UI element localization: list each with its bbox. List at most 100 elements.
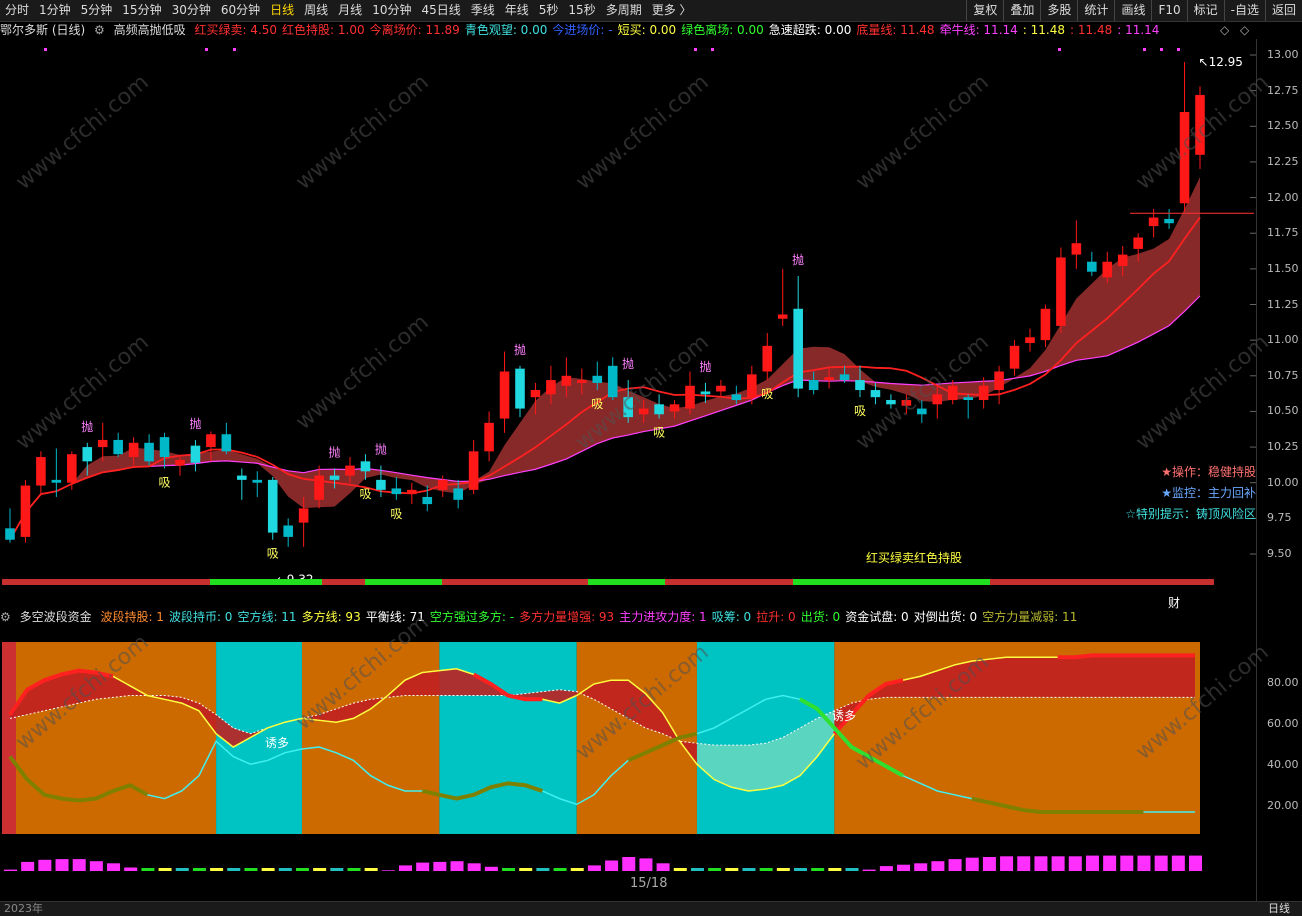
tool-button[interactable]: 复权 (966, 0, 1003, 21)
time-axis: 2023年 日线 (0, 901, 1302, 916)
year-label: 2023年 (4, 902, 43, 915)
candle-body (267, 479, 278, 533)
main-indicator-info: 鄂尔多斯 (日线) ⚙ 高频高抛低吸 红买绿卖: 4.50 红色持股: 1.00 今… (0, 22, 1169, 39)
histogram-bar (295, 868, 309, 871)
histogram-bar (811, 868, 825, 871)
tool-button[interactable]: 标记 (1186, 0, 1224, 21)
period-tab[interactable]: 5分钟 (76, 0, 118, 21)
status-strip (990, 579, 1214, 585)
histogram-bar (72, 859, 86, 871)
main-indicator-values: 红买绿卖: 4.50 红色持股: 1.00 今离场价: 11.89 青色观望: 0.0… (194, 23, 1164, 37)
histogram-bar (313, 868, 327, 871)
histogram-bar (399, 865, 412, 871)
diamond-icon[interactable]: ◇ (1220, 23, 1229, 37)
status-strip (793, 579, 990, 585)
histogram-bar (4, 869, 17, 871)
price-tick-label: 12.75 (1267, 83, 1299, 97)
main-indicator-name[interactable]: 高频高抛低吸 (114, 23, 186, 37)
indicator-value: 出货: 0 (800, 610, 841, 624)
candlestick-chart[interactable]: 抛吸抛吸抛吸抛吸抛吸抛吸抛吸抛吸↖12.95←9.32 (0, 39, 1256, 611)
price-tick-label: 10.50 (1267, 404, 1299, 418)
candle-body (855, 380, 865, 391)
histogram-bar (1137, 855, 1151, 871)
tool-button[interactable]: 画线 (1114, 0, 1151, 21)
cai-badge[interactable]: 财 (1168, 594, 1180, 611)
period-tab[interactable]: 30分钟 (167, 0, 216, 21)
candle-body (329, 475, 340, 480)
indicator-value: 主力进攻力度: 1 (619, 610, 707, 624)
period-tab[interactable]: 45日线 (416, 0, 465, 21)
candle-body (1195, 94, 1205, 155)
candle-body (994, 371, 1004, 391)
histogram-bar (1154, 855, 1168, 871)
signal-label: 吸 (390, 507, 402, 521)
legend-text: 红买绿卖红色持股 (866, 551, 963, 565)
zone-band (301, 642, 440, 834)
sub-indicator-values: 波段持股: 1 波段持币: 0 空方线: 11 多方线: 93 平衡线: 71 空方强过多… (100, 610, 1082, 624)
candle-body (237, 475, 247, 480)
tool-button[interactable]: 返回 (1264, 0, 1302, 21)
period-tab[interactable]: 1分钟 (34, 0, 76, 21)
period-tab[interactable]: 年线 (500, 0, 534, 21)
candle-body (1102, 261, 1113, 278)
period-tab[interactable]: 15分钟 (117, 0, 166, 21)
diamond-icon[interactable]: ◇ (1240, 23, 1249, 37)
histogram-bar (605, 860, 619, 871)
histogram-bar (141, 868, 155, 871)
candle-body (453, 488, 463, 500)
period-tab[interactable]: 60分钟 (216, 0, 265, 21)
signal-dot (205, 48, 208, 51)
histogram-bar (708, 868, 722, 871)
candle-body (422, 496, 433, 505)
period-label[interactable]: 日线 (1268, 902, 1290, 916)
indicator-value: 空方力量减弱: 11 (982, 610, 1078, 624)
period-tab[interactable]: 更多 〉 (647, 0, 697, 21)
histogram-bar (982, 857, 996, 871)
high-price-label: ↖12.95 (1199, 55, 1243, 69)
settings-icon[interactable]: ⚙ (94, 23, 105, 37)
histogram-bar (879, 866, 893, 871)
indicator-value: 对倒出货: 0 (913, 610, 978, 624)
candle-body (67, 454, 77, 483)
period-tab[interactable]: 5秒 (534, 0, 564, 21)
tool-button[interactable]: -自选 (1223, 0, 1265, 21)
candle-body (5, 528, 15, 540)
histogram-bar (1171, 855, 1185, 871)
period-tab[interactable]: 日线 (265, 0, 299, 21)
candle-body (561, 375, 572, 386)
price-tick-label: 11.75 (1267, 226, 1299, 240)
settings-icon[interactable]: ⚙ (0, 610, 11, 624)
sub-indicator-name[interactable]: 多空波段资金 (20, 610, 92, 624)
status-strip (365, 579, 442, 585)
tool-button[interactable]: 统计 (1077, 0, 1114, 21)
histogram-bar (828, 868, 842, 871)
price-tick-label: 12.00 (1267, 190, 1299, 204)
period-tab[interactable]: 10分钟 (367, 0, 416, 21)
stock-name[interactable]: 鄂尔多斯 (日线) (0, 23, 85, 37)
signal-label: 抛 (81, 419, 93, 434)
period-tab[interactable]: 分时 (0, 0, 34, 21)
price-tick-label: 11.00 (1267, 333, 1299, 347)
capital-wave-chart[interactable]: 诱多诱多 (0, 627, 1256, 901)
tool-button[interactable]: F10 (1151, 0, 1186, 21)
histogram-bar (107, 863, 121, 871)
status-strip (210, 579, 322, 585)
histogram-bar (484, 866, 498, 871)
histogram-bar (794, 868, 807, 871)
signal-dot (1058, 48, 1061, 51)
period-tab[interactable]: 周线 (299, 0, 333, 21)
period-tab[interactable]: 15秒 (563, 0, 600, 21)
ma-line-mid (9, 216, 1201, 541)
period-tab[interactable]: 多周期 (601, 0, 647, 21)
zone-band (2, 642, 16, 834)
period-tab[interactable]: 季线 (466, 0, 500, 21)
candle-body (932, 394, 943, 405)
candle-body (747, 374, 757, 398)
tool-button[interactable]: 多股 (1040, 0, 1077, 21)
indicator-value: 平衡线: 71 (365, 610, 425, 624)
operation-note: ★操作：稳健持股 (1161, 465, 1256, 479)
histogram-bar (192, 868, 206, 871)
candle-body (515, 368, 525, 409)
period-tab[interactable]: 月线 (333, 0, 367, 21)
tool-button[interactable]: 叠加 (1003, 0, 1040, 21)
